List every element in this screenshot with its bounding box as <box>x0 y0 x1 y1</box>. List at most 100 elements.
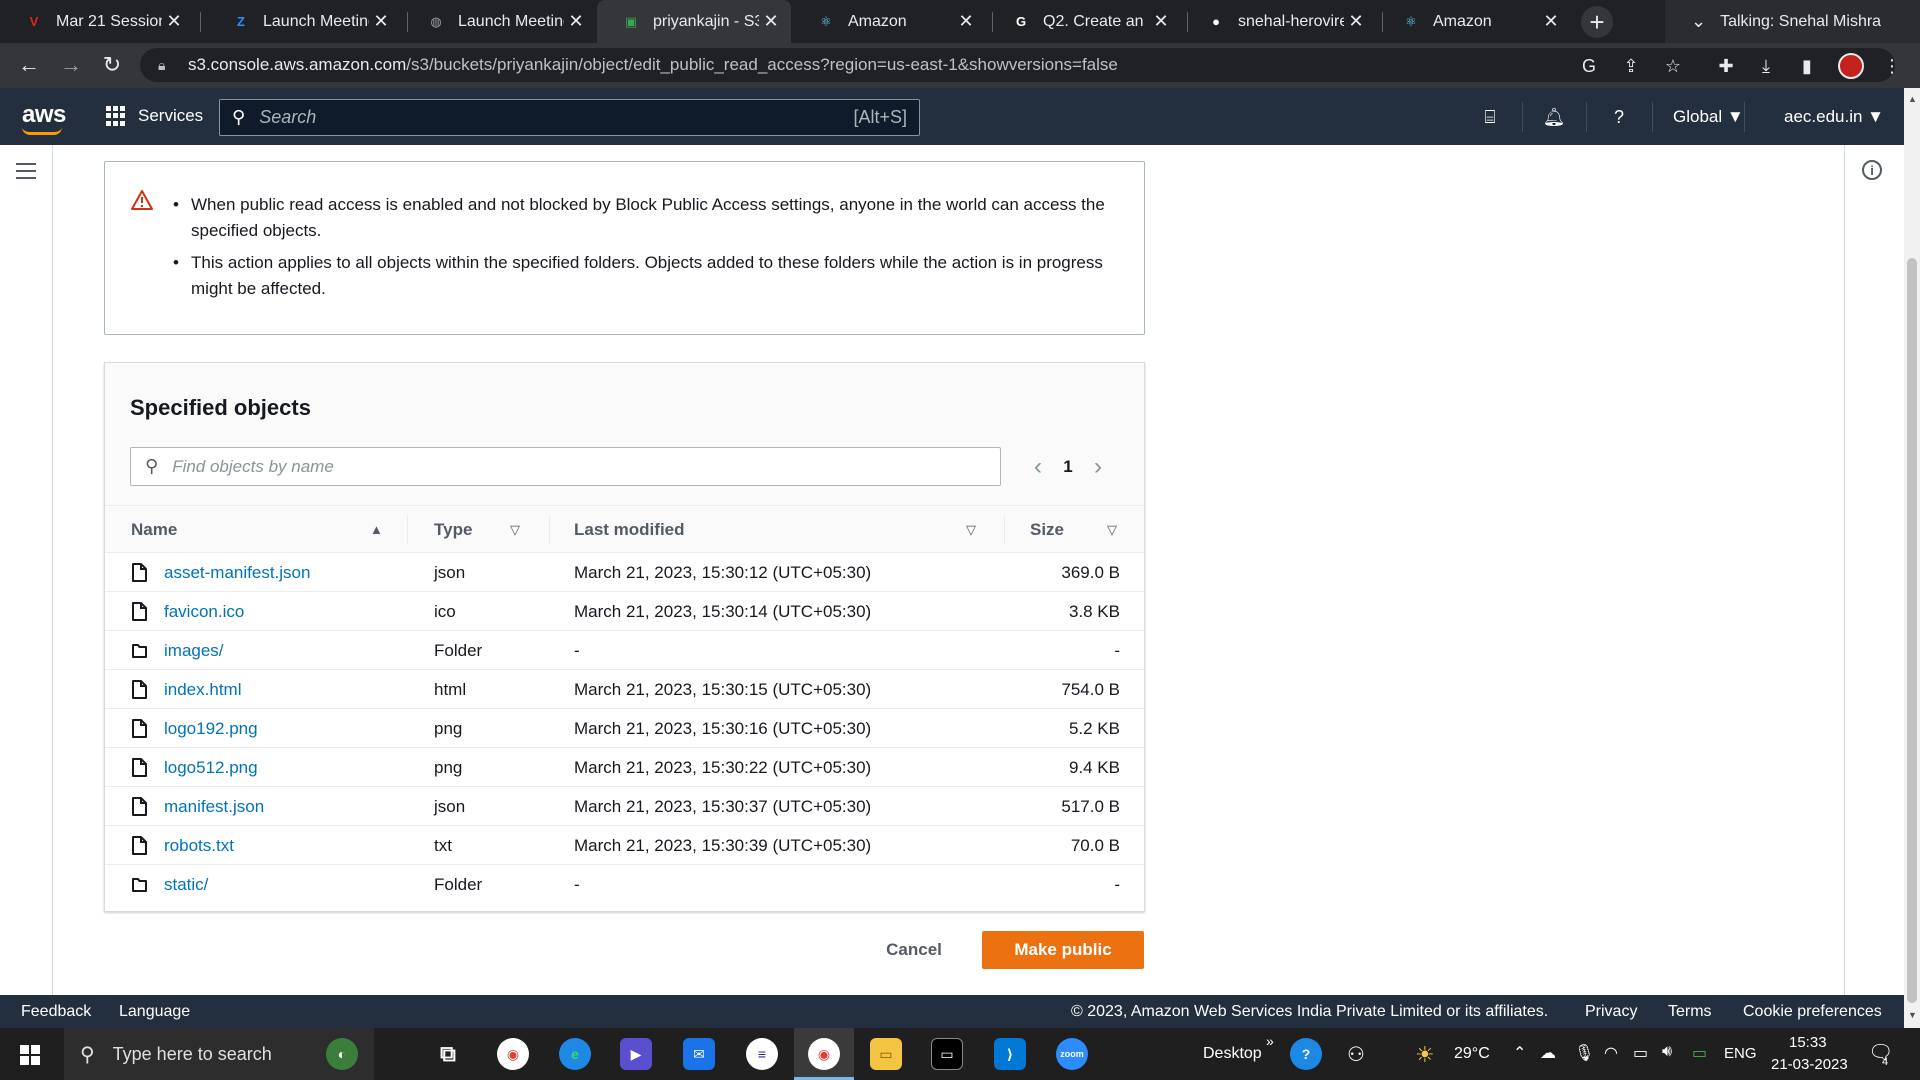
notifications-bell-icon[interactable]: 🔔︎ <box>1542 105 1566 129</box>
object-name-link[interactable]: asset-manifest.json <box>164 563 310 583</box>
services-menu-button[interactable]: Services <box>106 106 203 126</box>
current-page[interactable]: 1 <box>1053 457 1083 477</box>
cloudshell-icon[interactable]: ⌸ <box>1478 105 1502 129</box>
close-tab-icon[interactable]: ✕ <box>162 11 186 32</box>
scrollbar-thumb[interactable] <box>1907 258 1917 1003</box>
browser-tab[interactable]: ⚛ Amazon ✕ <box>792 0 986 43</box>
close-tab-icon[interactable]: ✕ <box>1539 11 1563 32</box>
terminal-icon[interactable]: ▭ <box>931 1038 963 1070</box>
close-tab-icon[interactable]: ✕ <box>954 11 978 32</box>
page-scrollbar[interactable]: ▲ ▼ <box>1904 88 1920 1028</box>
extensions-puzzle-icon[interactable]: ✚ <box>1714 54 1738 78</box>
zoom-app-icon[interactable]: zoom <box>1056 1038 1088 1070</box>
object-name-link[interactable]: index.html <box>164 680 241 700</box>
sort-icon[interactable]: ▽ <box>510 522 520 538</box>
column-header-name[interactable]: Name <box>131 520 177 540</box>
show-hidden-icons[interactable]: ⌃ <box>1513 1043 1526 1063</box>
scroll-down-icon[interactable]: ▼ <box>1908 1010 1917 1020</box>
download-icon[interactable]: ⤓ <box>1754 54 1778 78</box>
object-name-link[interactable]: robots.txt <box>164 836 234 856</box>
reload-icon[interactable]: ↻ <box>97 50 127 80</box>
account-menu[interactable]: aec.edu.in ▼ <box>1784 107 1884 127</box>
side-panel-icon[interactable]: ▮ <box>1795 54 1819 78</box>
cancel-button[interactable]: Cancel <box>870 932 958 968</box>
object-name-link[interactable]: images/ <box>164 641 224 661</box>
object-name-link[interactable]: manifest.json <box>164 797 264 817</box>
zoom-talking-indicator[interactable]: ⌄ Talking: Snehal Mishra <box>1665 0 1920 43</box>
task-view-icon[interactable]: ⧉ <box>432 1038 464 1070</box>
clock-time[interactable]: 15:33 <box>1789 1034 1827 1051</box>
eclipse-icon[interactable]: ≡ <box>746 1038 778 1070</box>
find-objects-input[interactable]: ⚲ Find objects by name <box>130 447 1001 486</box>
browser-menu-icon[interactable]: ⋮ <box>1880 54 1904 78</box>
clock-date[interactable]: 21-03-2023 <box>1771 1056 1848 1073</box>
windows-start-icon[interactable] <box>20 1045 40 1065</box>
browser-tab[interactable]: G Q2. Create an E(✕ <box>987 0 1181 43</box>
aws-logo[interactable]: aws <box>22 101 66 135</box>
chrome-profile-icon[interactable]: ◉ <box>808 1038 840 1070</box>
back-arrow-icon[interactable]: ← <box>14 50 44 80</box>
object-name-link[interactable]: logo512.png <box>164 758 258 778</box>
vscode-icon[interactable]: ⟩ <box>994 1038 1026 1070</box>
share-icon[interactable]: ⇪ <box>1619 54 1643 78</box>
help-app-icon[interactable]: ? <box>1290 1038 1322 1070</box>
cookie-preferences-link[interactable]: Cookie preferences <box>1743 1003 1882 1021</box>
desktop-toolbar-label[interactable]: Desktop <box>1203 1045 1262 1063</box>
microphone-icon[interactable]: 🎙︎ <box>1574 1043 1594 1063</box>
browser-tab[interactable]: Z Launch Meeting ✕ <box>207 0 401 43</box>
object-name-link[interactable]: favicon.ico <box>164 602 244 622</box>
notification-center-icon[interactable]: 🗨︎ <box>1868 1040 1893 1065</box>
scroll-up-icon[interactable]: ▲ <box>1908 94 1917 104</box>
copilot-icon[interactable]: ▶ <box>620 1038 652 1070</box>
browser-tab[interactable]: ⚛ Amazon ✕ <box>1377 0 1571 43</box>
new-tab-button[interactable]: + <box>1581 6 1613 38</box>
browser-tab[interactable]: ◍ Launch Meeting ✕ <box>402 0 596 43</box>
browser-tab[interactable]: ▣ priyankajin - S3 ✕ <box>597 0 791 43</box>
profile-avatar[interactable] <box>1838 53 1864 79</box>
next-page-icon[interactable]: › <box>1083 453 1113 481</box>
close-tab-icon[interactable]: ✕ <box>1149 11 1173 32</box>
onedrive-icon[interactable]: ☁ <box>1540 1043 1556 1063</box>
column-header-size[interactable]: Size <box>1030 520 1064 540</box>
battery-icon[interactable]: ▭ <box>1692 1043 1707 1063</box>
help-icon[interactable]: ? <box>1607 105 1631 129</box>
browser-tab[interactable]: V Mar 21 Session ✕ <box>0 0 194 43</box>
language-link[interactable]: Language <box>119 1003 190 1021</box>
column-header-type[interactable]: Type <box>434 520 472 540</box>
sort-icon[interactable]: ▽ <box>1107 522 1117 538</box>
close-tab-icon[interactable]: ✕ <box>759 11 783 32</box>
volume-icon[interactable]: 🔊︎ <box>1662 1043 1672 1061</box>
feedback-link[interactable]: Feedback <box>21 1003 91 1021</box>
edge-icon[interactable]: e <box>559 1038 591 1070</box>
make-public-button[interactable]: Make public <box>982 931 1144 969</box>
terms-link[interactable]: Terms <box>1668 1003 1712 1021</box>
browser-tab[interactable]: ● snehal-herovire(✕ <box>1182 0 1376 43</box>
aws-search-input[interactable]: ⚲ Search [Alt+S] <box>219 99 920 136</box>
weather-globe-icon[interactable]: ◐ <box>326 1038 358 1070</box>
column-header-last-modified[interactable]: Last modified <box>574 520 685 540</box>
info-icon[interactable]: i <box>1862 160 1882 180</box>
chrome-icon[interactable]: ◉ <box>497 1038 529 1070</box>
wifi-icon[interactable]: ◠ <box>1604 1043 1618 1063</box>
object-name-link[interactable]: logo192.png <box>164 719 258 739</box>
weather-sun-icon[interactable]: ☀ <box>1415 1042 1435 1068</box>
region-selector[interactable]: Global ▼ <box>1673 107 1744 127</box>
display-icon[interactable]: ▭ <box>1633 1043 1648 1063</box>
mail-icon[interactable]: ✉ <box>683 1038 715 1070</box>
close-tab-icon[interactable]: ✕ <box>1344 11 1368 32</box>
bookmark-star-icon[interactable]: ☆ <box>1661 54 1685 78</box>
sort-ascending-icon[interactable]: ▲ <box>370 522 383 537</box>
google-lens-icon[interactable]: G <box>1577 54 1601 78</box>
hamburger-menu-icon[interactable] <box>16 163 36 179</box>
toolbar-expand-icon[interactable]: » <box>1266 1033 1274 1049</box>
people-icon[interactable]: ⚇ <box>1347 1042 1365 1067</box>
close-tab-icon[interactable]: ✕ <box>564 11 588 32</box>
privacy-link[interactable]: Privacy <box>1585 1003 1637 1021</box>
file-explorer-icon[interactable]: ▭ <box>870 1038 902 1070</box>
sort-icon[interactable]: ▽ <box>966 522 976 538</box>
temperature-label[interactable]: 29°C <box>1454 1045 1490 1063</box>
close-tab-icon[interactable]: ✕ <box>369 11 393 32</box>
forward-arrow-icon[interactable]: → <box>56 50 86 80</box>
previous-page-icon[interactable]: ‹ <box>1023 453 1053 481</box>
input-language[interactable]: ENG <box>1724 1045 1757 1062</box>
